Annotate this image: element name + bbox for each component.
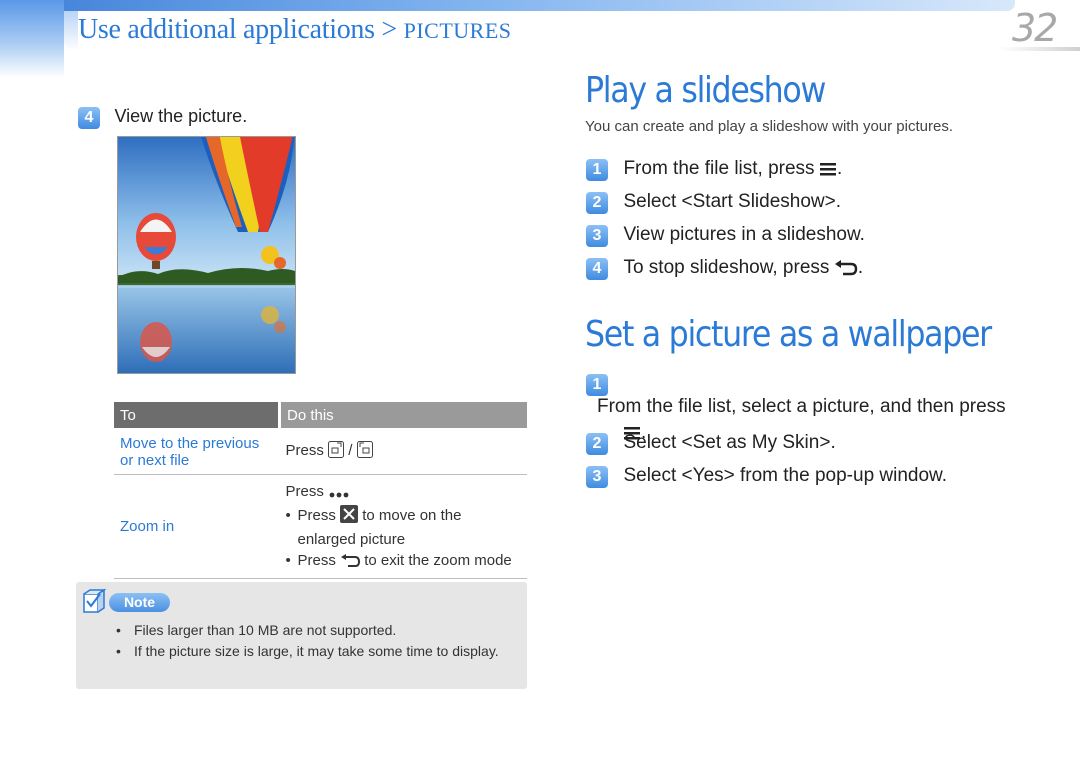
row1-to-line2: or next file [120,452,190,469]
bullet-dot: • [285,507,291,524]
row2-bullet1: • Press to move on the [286,505,522,529]
row2-bullet1-cont: enlarged picture [297,531,406,548]
row2-bullet2: • Press to exit the zoom mode [286,550,522,574]
row2-bullet1-b: to move on the [362,507,462,524]
step-number-badge: 4 [586,258,608,280]
left-step-4: 4 View the picture. [78,106,247,129]
bullet-dot: • [285,552,291,569]
balloon-photo-art [118,137,295,373]
note-checkbox-icon [82,588,110,621]
wallpaper-step-2: 2 Select <Set as My Skin>. [586,432,836,455]
slideshow-step-4: 4 To stop slideshow, press . [586,257,863,281]
wallpaper-title: Set a picture as a wallpaper [585,314,992,355]
page-number: 32 [1012,6,1058,50]
step-text-end: . [837,158,843,179]
step-text: View the picture. [114,106,248,126]
row1-do-separator: / [348,441,353,459]
back-icon [834,260,858,281]
section-title: Use additional applications > PICTURES [78,14,512,46]
step-text: From the file list, select a picture, an… [597,396,1006,417]
back-icon [340,553,361,574]
step-text-end: . [857,257,864,278]
col-header-to: To [114,402,280,428]
step-number-badge: 1 [586,374,608,396]
section-tab-fade [64,11,78,51]
row1-to-line1: Move to the previous [120,435,260,452]
controls-table: To Do this Move to the previous or next … [114,402,527,579]
step-number-badge: 3 [586,225,608,247]
step-text: To stop slideshow, press [623,257,830,278]
step-text: View pictures in a slideshow. [623,224,865,245]
section-title-main: Use additional applications > [78,14,404,45]
row1-do-prefix: Press [285,441,324,459]
row1-do: Press / [280,428,528,475]
note-item-1-text: Files larger than 10 MB are not supporte… [134,622,397,638]
step-number-badge: 4 [78,107,100,129]
slideshow-step-2: 2 Select <Start Slideshow>. [586,191,841,214]
step-text: From the file list, press [623,158,815,179]
row1-to: Move to the previous or next file [114,428,280,475]
menu-icon [819,161,837,182]
row2-bullet1-a: Press [297,507,336,524]
slideshow-title: Play a slideshow [585,70,826,111]
next-file-icon [356,440,373,462]
table-row: Zoom in Press • Press to move on the enla… [114,475,527,579]
section-tab [0,0,64,78]
slideshow-subtitle: You can create and play a slideshow with… [585,118,953,135]
table-row: Move to the previous or next file Press … [114,428,527,475]
balloon-photo [117,136,296,374]
prev-file-icon [328,440,345,462]
slideshow-step-3: 3 View pictures in a slideshow. [586,224,865,247]
more-icon [328,484,350,505]
table-header-row: To Do this [114,402,527,428]
note-item-1: • Files larger than 10 MB are not support… [116,622,397,638]
row2-to: Zoom in [120,518,175,535]
zoom-move-icon [340,505,359,529]
step-number-badge: 3 [586,466,608,488]
note-label: Note [109,593,170,612]
row2-bullet2-b: to exit the zoom mode [364,552,512,569]
note-item-2: • If the picture size is large, it may ta… [116,643,499,659]
step-text: Select <Yes> from the pop-up window. [623,465,948,486]
wallpaper-step-3: 3 Select <Yes> from the pop-up window. [586,465,947,488]
step-text: Select <Set as My Skin>. [623,432,836,453]
section-title-sub: PICTURES [403,18,512,43]
step-number-badge: 2 [586,433,608,455]
step-number-badge: 1 [586,159,608,181]
row2-do: Press • Press to move on the enlarged pic… [280,475,528,579]
top-accent-bar [0,0,1015,11]
page-number-underline [1000,47,1080,51]
row2-bullet2-a: Press [297,552,336,569]
controls-table-grid: To Do this Move to the previous or next … [114,402,527,579]
row2-do-head: Press [286,481,522,505]
row2-do-head-text: Press [285,483,324,500]
step-number-badge: 2 [586,192,608,214]
slideshow-step-1: 1 From the file list, press . [586,158,842,182]
step-text: Select <Start Slideshow>. [623,191,842,212]
col-header-do: Do this [278,402,527,428]
note-item-2-text: If the picture size is large, it may tak… [134,643,499,659]
